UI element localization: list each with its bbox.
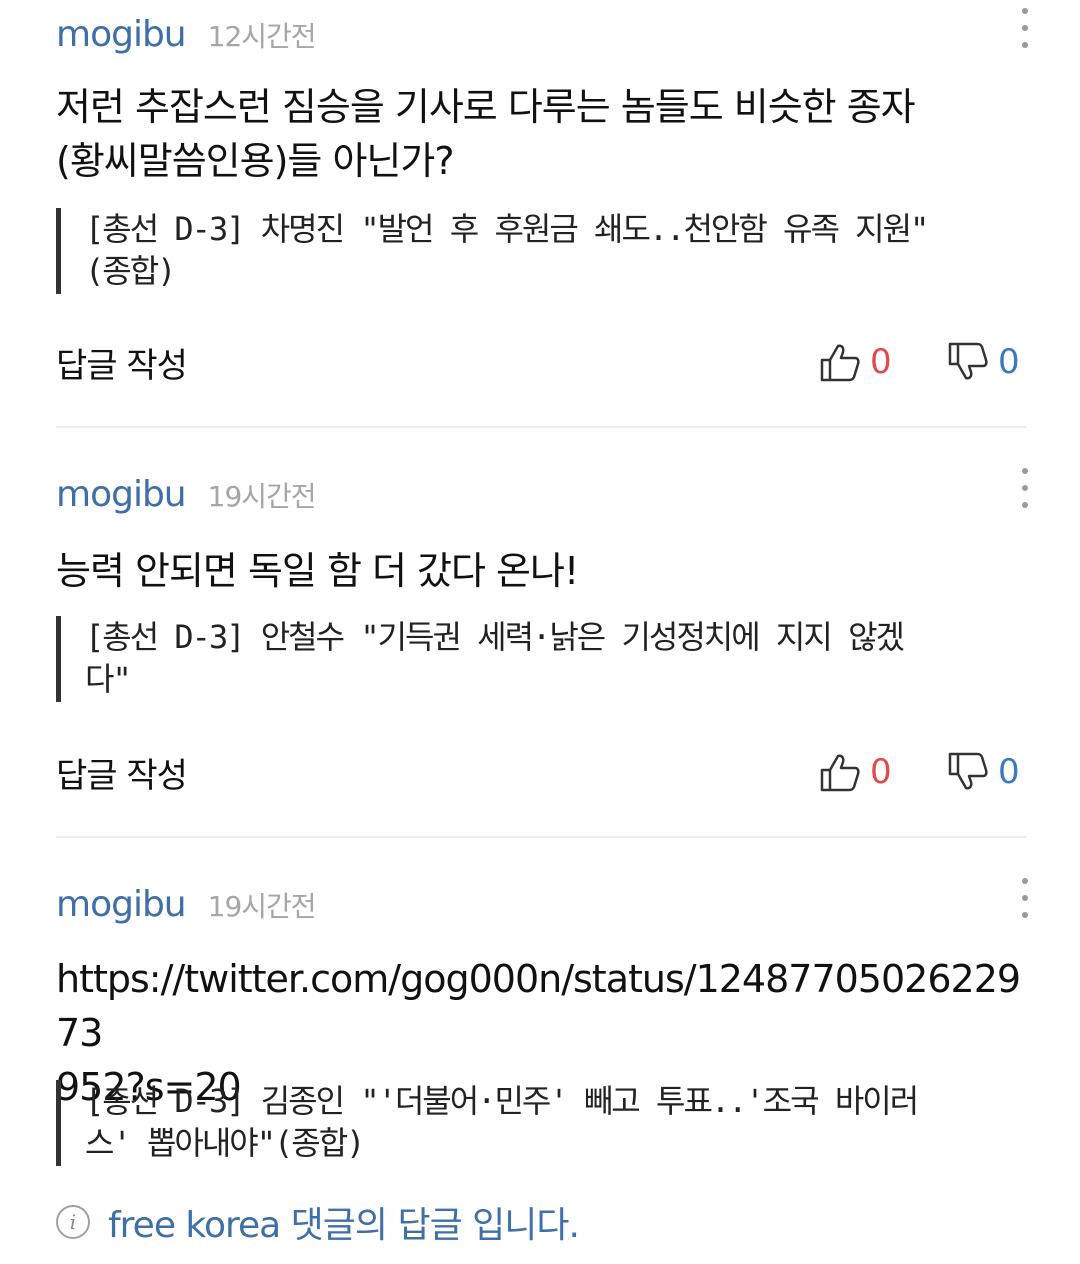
dislike-button[interactable]: 0 [946,340,1020,384]
comment-time: 12시간전 [207,20,317,53]
article-title-link[interactable]: [총선 D-3] 안철수 "기득권 세력·낡은 기성정치에 지지 않겠 다" [56,616,1026,702]
more-vertical-icon[interactable] [1010,8,1040,48]
comment-author[interactable]: mogibu [56,884,187,925]
reply-notice-link[interactable]: free korea 댓글의 답글 입니다. [108,1196,580,1248]
divider [56,836,1026,838]
info-icon: i [56,1205,90,1239]
comment-author[interactable]: mogibu [56,14,187,55]
thumbs-down-icon [948,342,988,380]
divider [56,426,1026,428]
comment-text: 능력 안되면 독일 함 더 갔다 온나! [56,549,579,593]
like-button[interactable]: 0 [818,340,892,384]
comment-time: 19시간전 [207,480,317,513]
reply-notice: i free korea 댓글의 답글 입니다. [56,1196,580,1248]
reply-button[interactable]: 답글 작성 [56,748,188,797]
comment-header: mogibu 19시간전 [56,474,317,524]
article-title-link[interactable]: [총선 D-3] 차명진 "발언 후 후원금 쇄도..천안함 유족 지원" (종… [56,208,1026,294]
article-title-link[interactable]: [총선 D-3] 김종인 "'더불어·민주' 빼고 투표..'조국 바이러 스'… [56,1080,1026,1166]
comment-header: mogibu 12시간전 [56,14,317,64]
thumbs-down-icon [948,752,988,790]
comment-author[interactable]: mogibu [56,474,187,515]
dislike-count: 0 [998,342,1020,382]
thumbs-up-icon [820,754,860,792]
more-vertical-icon[interactable] [1010,878,1040,918]
dislike-count: 0 [998,752,1020,792]
like-count: 0 [870,752,892,792]
dislike-button[interactable]: 0 [946,750,1020,794]
more-vertical-icon[interactable] [1010,468,1040,508]
comment-text: 저런 추잡스런 짐승을 기사로 다루는 놈들도 비슷한 종자 (황씨말씀인용)들… [56,85,916,183]
comment-actions: 답글 작성 0 0 [56,332,1026,392]
comment-header: mogibu 19시간전 [56,884,317,934]
thumbs-up-icon [820,344,860,382]
like-count: 0 [870,342,892,382]
comment-actions: 답글 작성 0 0 [56,742,1026,802]
comment-time: 19시간전 [207,890,317,923]
reply-button[interactable]: 답글 작성 [56,338,188,387]
like-button[interactable]: 0 [818,750,892,794]
